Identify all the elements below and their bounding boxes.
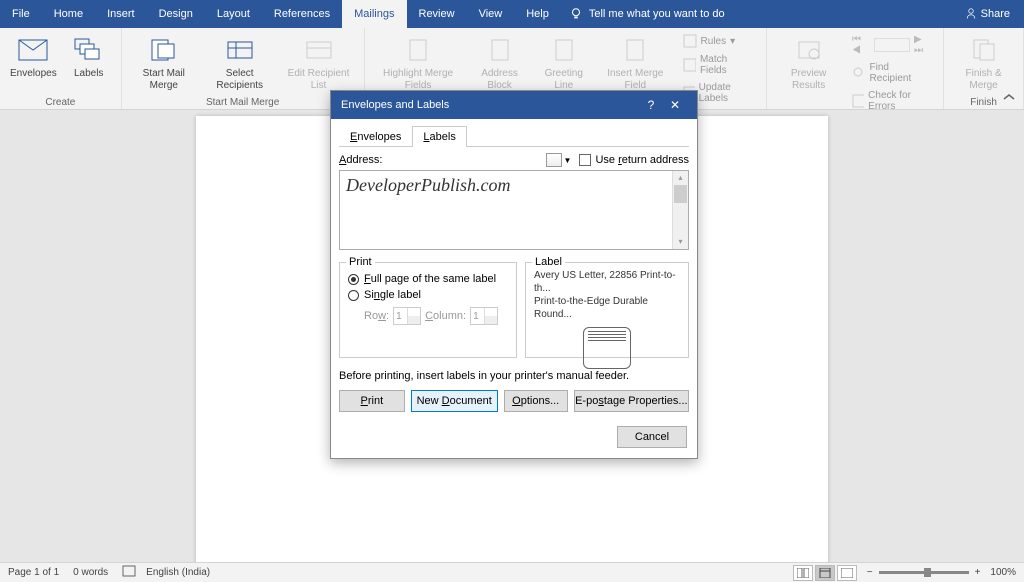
edit-list-icon	[305, 38, 333, 62]
rules-button: Rules ▾	[681, 32, 757, 50]
web-layout-icon	[841, 568, 853, 578]
address-book-button[interactable]	[546, 153, 562, 167]
zoom-level[interactable]: 100%	[990, 567, 1016, 578]
collapse-ribbon-button[interactable]	[1002, 92, 1016, 105]
label-legend: Label	[532, 256, 565, 268]
preview-results-button: Preview Results	[773, 30, 844, 116]
chevron-up-icon	[1002, 92, 1016, 102]
share-button[interactable]: Share	[951, 8, 1024, 20]
mail-merge-icon	[150, 38, 178, 62]
find-recipient-button: Find Recipient	[850, 60, 933, 86]
column-spinner: 1	[470, 307, 498, 325]
envelopes-button[interactable]: Envelopes	[6, 30, 61, 95]
tab-envelopes[interactable]: Envelopes	[339, 126, 412, 147]
tab-labels[interactable]: Labels	[412, 126, 466, 147]
new-document-button[interactable]: New Document	[411, 390, 498, 412]
read-mode-button[interactable]	[793, 565, 813, 581]
insert-field-icon	[623, 38, 647, 62]
cancel-button[interactable]: Cancel	[617, 426, 687, 448]
menu-help[interactable]: Help	[514, 0, 561, 28]
dialog-title: Envelopes and Labels	[341, 99, 449, 111]
print-layout-icon	[819, 568, 831, 578]
start-mail-merge-button[interactable]: Start Mail Merge	[128, 30, 200, 95]
address-label: Address:	[339, 154, 382, 166]
proofing-icon[interactable]	[122, 565, 136, 580]
print-button[interactable]: Print	[339, 390, 405, 412]
address-value[interactable]: DeveloperPublish.com	[340, 171, 672, 249]
web-layout-button[interactable]	[837, 565, 857, 581]
recipients-icon	[226, 38, 254, 62]
envelope-icon	[18, 39, 48, 61]
column-label: Column:	[425, 310, 466, 322]
options-button[interactable]: Options...	[504, 390, 568, 412]
page-status[interactable]: Page 1 of 1	[8, 567, 59, 578]
title-bar: File Home Insert Design Layout Reference…	[0, 0, 1024, 28]
envelopes-labels-dialog: Envelopes and Labels ? ✕ Envelopes Label…	[330, 90, 698, 459]
menu-insert[interactable]: Insert	[95, 0, 147, 28]
label-fieldset[interactable]: Label Avery US Letter, 22856 Print-to-th…	[525, 262, 689, 358]
dialog-tabs: Envelopes Labels	[339, 125, 689, 147]
dialog-close-button[interactable]: ✕	[663, 98, 687, 112]
menu-mailings[interactable]: Mailings	[342, 0, 406, 28]
labels-button[interactable]: Labels	[63, 30, 115, 95]
tell-me-search[interactable]: Tell me what you want to do	[569, 7, 951, 21]
select-recipients-button[interactable]: Select Recipients	[202, 30, 278, 95]
address-textbox[interactable]: DeveloperPublish.com ▴▾	[339, 170, 689, 250]
use-return-label: Use return address	[595, 154, 689, 166]
menu-references[interactable]: References	[262, 0, 342, 28]
match-icon	[683, 58, 696, 72]
radio-icon	[348, 274, 359, 285]
match-fields-button: Match Fields	[681, 52, 757, 78]
row-label: Row:	[364, 310, 389, 322]
language-status[interactable]: English (India)	[146, 567, 210, 578]
label-preview-icon	[583, 327, 631, 369]
address-book-dropdown[interactable]: ▼	[564, 156, 572, 165]
label-info-line1: Avery US Letter, 22856 Print-to-th...	[534, 269, 680, 295]
edit-recipient-list-button: Edit Recipient List	[280, 30, 358, 95]
finish-icon	[971, 38, 997, 62]
address-scrollbar[interactable]: ▴▾	[672, 171, 688, 249]
share-icon	[965, 8, 977, 20]
check-icon	[852, 94, 864, 108]
greeting-icon	[552, 38, 576, 62]
dialog-titlebar: Envelopes and Labels ? ✕	[331, 91, 697, 119]
radio-single-label[interactable]: Single label	[348, 289, 508, 301]
zoom-out-button[interactable]: −	[867, 567, 873, 578]
finish-merge-button: Finish & Merge	[950, 30, 1017, 95]
menu-view[interactable]: View	[467, 0, 515, 28]
labels-icon	[74, 38, 104, 62]
label-info-line2: Print-to-the-Edge Durable Round...	[534, 295, 680, 321]
lightbulb-icon	[569, 7, 583, 21]
dialog-help-button[interactable]: ?	[639, 98, 663, 112]
nav-buttons: ⏮ ◀ ▶ ⏭	[850, 32, 933, 58]
address-icon	[488, 38, 512, 62]
row-spinner: 1	[393, 307, 421, 325]
print-legend: Print	[346, 256, 375, 268]
preview-icon	[796, 39, 822, 61]
find-icon	[852, 66, 865, 80]
menu-file[interactable]: File	[0, 0, 42, 28]
zoom-in-button[interactable]: +	[975, 567, 981, 578]
main-menu: File Home Insert Design Layout Reference…	[0, 0, 561, 28]
radio-full-page[interactable]: Full page of the same label	[348, 273, 508, 285]
highlight-icon	[406, 38, 430, 62]
menu-review[interactable]: Review	[407, 0, 467, 28]
ribbon-group-start-merge: Start Mail Merge Select Recipients Edit …	[122, 28, 365, 109]
radio-icon	[348, 290, 359, 301]
epostage-button[interactable]: E-postage Properties...	[574, 390, 689, 412]
menu-home[interactable]: Home	[42, 0, 95, 28]
menu-layout[interactable]: Layout	[205, 0, 262, 28]
ribbon-group-preview: Preview Results ⏮ ◀ ▶ ⏭ Find Recipient C…	[766, 28, 944, 109]
rules-icon	[683, 34, 697, 48]
status-bar: Page 1 of 1 0 words English (India) − + …	[0, 562, 1024, 582]
printer-note: Before printing, insert labels in your p…	[339, 370, 689, 382]
word-count[interactable]: 0 words	[73, 567, 108, 578]
print-layout-button[interactable]	[815, 565, 835, 581]
ribbon-group-create: Envelopes Labels Create	[0, 28, 122, 109]
print-fieldset: Print Full page of the same label Single…	[339, 262, 517, 358]
menu-design[interactable]: Design	[147, 0, 205, 28]
use-return-checkbox[interactable]	[579, 154, 591, 166]
zoom-slider[interactable]	[879, 571, 969, 574]
read-icon	[797, 568, 809, 578]
